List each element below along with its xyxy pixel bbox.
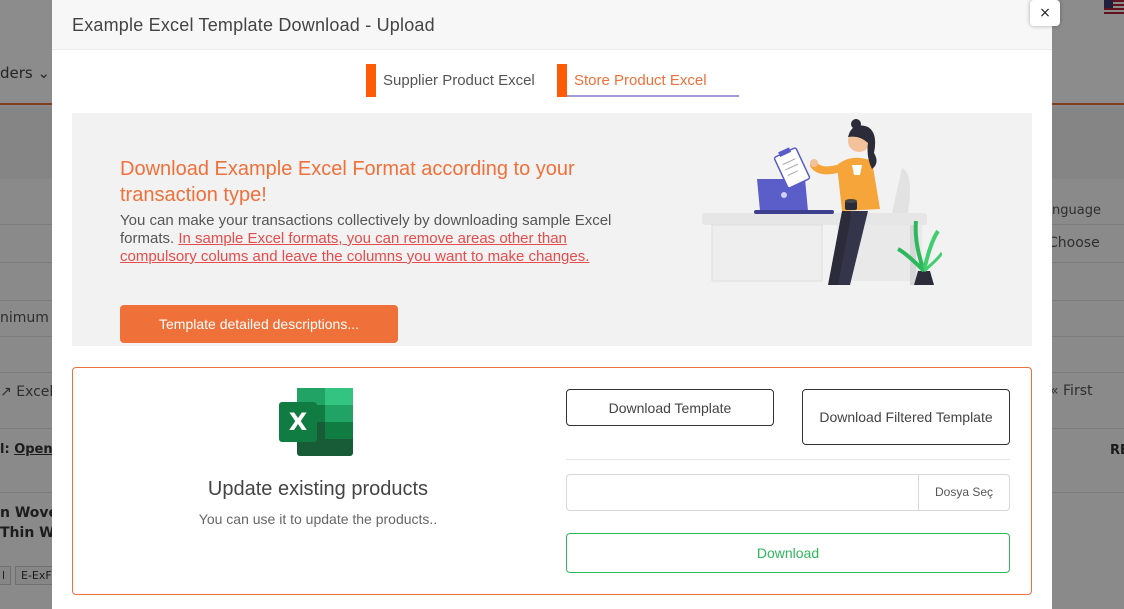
divider [566, 459, 1010, 460]
excel-icon: X [279, 388, 353, 456]
tab-label: Store Product Excel [574, 72, 707, 89]
close-modal-button[interactable]: × [1030, 0, 1060, 26]
info-panel: Download Example Excel Format according … [72, 113, 1032, 346]
modal-header: Example Excel Template Download - Upload [52, 0, 1052, 50]
download-template-button[interactable]: Download Template [566, 389, 774, 426]
update-products-card: X Update existing products You can use i… [72, 367, 1032, 595]
choose-file-button[interactable]: Dosya Seç [918, 475, 1009, 510]
card-title: Update existing products [207, 478, 429, 500]
card-subtitle: You can use it to update the products.. [198, 511, 438, 527]
info-title: Download Example Excel Format according … [120, 158, 575, 206]
excel-icon-letter: X [289, 408, 308, 436]
tab-marker [557, 64, 567, 97]
excel-template-modal: Example Excel Template Download - Upload… [52, 0, 1052, 609]
info-description: You can make your transactions collectiv… [120, 212, 630, 266]
download-filtered-template-button[interactable]: Download Filtered Template [802, 389, 1010, 445]
template-descriptions-button[interactable]: Template detailed descriptions... [120, 305, 398, 343]
info-warning-text: In sample Excel formats, you can remove … [120, 230, 590, 265]
tab-marker [366, 64, 376, 97]
modal-title: Example Excel Template Download - Upload [72, 15, 435, 35]
woman-at-desk-illustration [702, 119, 942, 285]
tab-supplier-product-excel[interactable]: Supplier Product Excel [366, 64, 556, 97]
tab-store-product-excel[interactable]: Store Product Excel [557, 64, 739, 97]
file-upload-input[interactable]: Dosya Seç [566, 474, 1010, 511]
download-button[interactable]: Download [566, 533, 1010, 573]
tab-label: Supplier Product Excel [383, 72, 535, 89]
